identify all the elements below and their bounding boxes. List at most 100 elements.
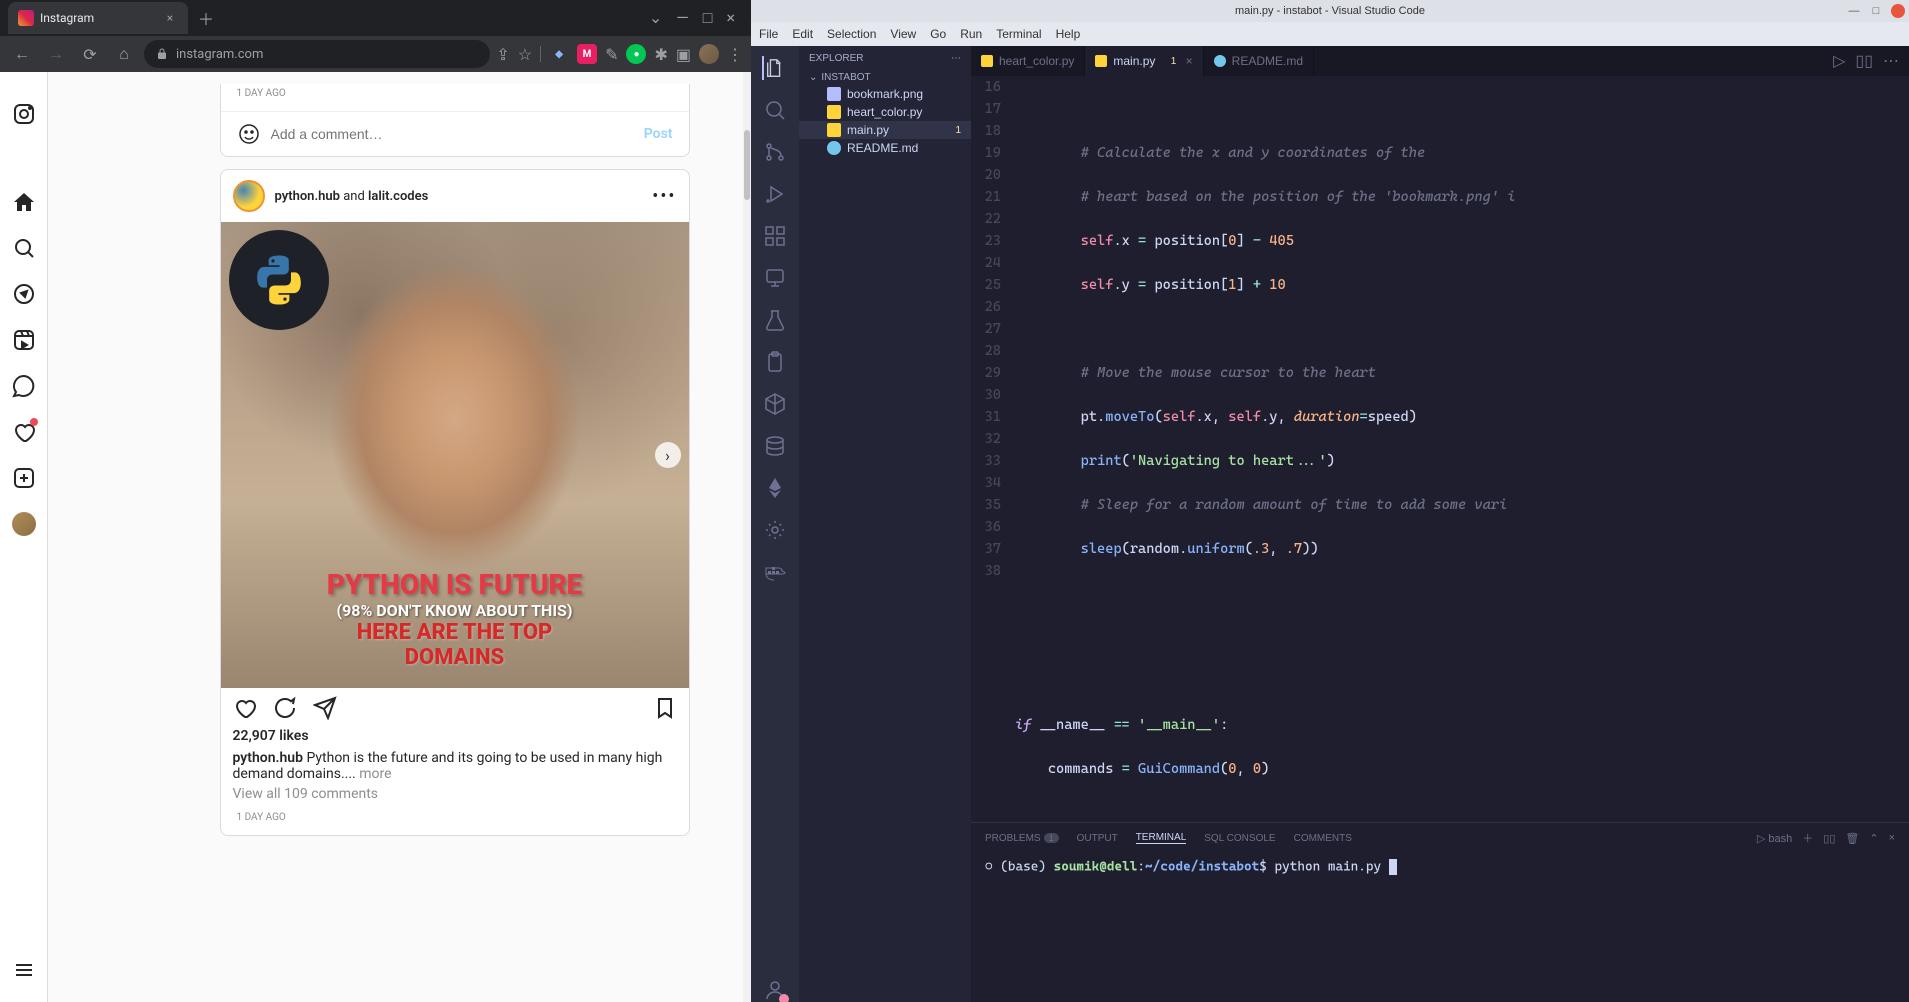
file-item[interactable]: heart_color.py xyxy=(799,103,971,121)
clipboard-icon[interactable] xyxy=(763,350,787,374)
menu-terminal[interactable]: Terminal xyxy=(996,27,1041,41)
share-icon[interactable] xyxy=(313,696,337,720)
tab-output[interactable]: Output xyxy=(1077,833,1118,844)
reels-icon[interactable] xyxy=(12,328,36,352)
add-terminal-icon[interactable]: ＋ xyxy=(1802,830,1813,846)
menu-selection[interactable]: Selection xyxy=(827,27,876,41)
menu-go[interactable]: Go xyxy=(930,27,946,41)
package-icon[interactable] xyxy=(763,392,787,416)
database-icon[interactable] xyxy=(763,434,787,458)
more-icon[interactable]: ⋮ xyxy=(727,45,743,64)
notifications-icon[interactable] xyxy=(12,420,36,444)
minimize-icon[interactable]: — xyxy=(676,8,689,28)
next-image-button[interactable]: › xyxy=(655,442,681,468)
tab-sql[interactable]: SQL Console xyxy=(1204,833,1275,844)
extensions-icon[interactable] xyxy=(763,224,787,248)
scrollbar-track[interactable] xyxy=(743,72,751,1002)
author-link[interactable]: lalit.codes xyxy=(368,189,428,204)
more-icon[interactable]: ⋯ xyxy=(1883,51,1899,71)
menu-help[interactable]: Help xyxy=(1056,27,1081,41)
chevron-down-icon[interactable]: ⌄ xyxy=(649,8,662,28)
star-icon[interactable]: ☆ xyxy=(518,45,532,64)
more-icon[interactable]: ⋯ xyxy=(951,53,961,64)
explorer-icon[interactable] xyxy=(762,56,786,80)
profile-avatar[interactable] xyxy=(12,512,36,536)
profile-avatar[interactable] xyxy=(699,44,719,64)
extension-icon[interactable]: ● xyxy=(626,44,646,64)
settings-sync-icon[interactable] xyxy=(763,518,787,542)
explore-icon[interactable] xyxy=(12,282,36,306)
home-button[interactable]: ⌂ xyxy=(110,40,138,68)
extension-icon[interactable]: ✎ xyxy=(605,45,618,64)
menu-icon[interactable] xyxy=(12,958,36,982)
likes-count[interactable]: 22,907 likes xyxy=(221,728,689,750)
caption-author[interactable]: python.hub xyxy=(233,750,304,766)
split-terminal-icon[interactable]: ▯▯ xyxy=(1823,832,1835,845)
close-icon[interactable]: × xyxy=(1182,54,1192,68)
split-icon[interactable]: ▯▯ xyxy=(1855,51,1873,71)
remote-icon[interactable] xyxy=(763,266,787,290)
accounts-icon[interactable] xyxy=(763,978,787,1002)
maximize-panel-icon[interactable]: ⌃ xyxy=(1869,832,1878,845)
post-image[interactable]: PYTHON IS FUTURE (98% DON'T KNOW ABOUT T… xyxy=(221,222,689,688)
close-icon[interactable] xyxy=(1891,4,1905,18)
menu-file[interactable]: File xyxy=(759,27,778,41)
menu-run[interactable]: Run xyxy=(960,27,982,41)
file-item[interactable]: bookmark.png xyxy=(799,85,971,103)
trash-icon[interactable]: 🗑 xyxy=(1845,832,1859,845)
extensions-icon[interactable]: ✱ xyxy=(654,45,667,64)
close-icon[interactable]: × xyxy=(726,8,735,28)
post-button[interactable]: Post xyxy=(644,126,673,142)
forward-button[interactable]: → xyxy=(42,40,70,68)
comment-icon[interactable] xyxy=(273,696,297,720)
tab-problems[interactable]: Problems1 xyxy=(985,833,1059,844)
code-content[interactable]: # Calculate the x and y coordinates of t… xyxy=(1011,76,1909,822)
scrollbar-thumb[interactable] xyxy=(744,130,750,200)
instagram-logo-icon[interactable] xyxy=(12,102,36,126)
create-icon[interactable] xyxy=(12,466,36,490)
menu-view[interactable]: View xyxy=(890,27,916,41)
editor-tab[interactable]: README.md xyxy=(1204,46,1314,76)
docker-icon[interactable] xyxy=(763,560,787,584)
editor-tab[interactable]: main.py 1 × xyxy=(1085,46,1203,76)
bookmark-icon[interactable] xyxy=(653,696,677,720)
maximize-icon[interactable]: □ xyxy=(1869,4,1883,18)
minimize-icon[interactable]: — xyxy=(1847,4,1861,18)
home-icon[interactable] xyxy=(12,190,36,214)
close-icon[interactable]: × xyxy=(162,10,178,26)
post-menu-button[interactable]: ••• xyxy=(652,186,676,207)
terminal-launch[interactable]: ▷ bash xyxy=(1757,832,1792,845)
testing-icon[interactable] xyxy=(763,308,787,332)
search-icon[interactable] xyxy=(12,236,36,260)
view-comments-link[interactable]: View all 109 comments xyxy=(221,786,689,808)
tab-terminal[interactable]: Terminal xyxy=(1136,832,1187,844)
messages-icon[interactable] xyxy=(12,374,36,398)
browser-tab-instagram[interactable]: Instagram × xyxy=(8,2,188,34)
run-debug-icon[interactable] xyxy=(763,182,787,206)
panel-icon[interactable]: ▣ xyxy=(676,45,691,64)
new-tab-button[interactable]: ＋ xyxy=(192,4,220,32)
code-editor[interactable]: 1617181920212223242526272829303132333435… xyxy=(971,76,1909,822)
author-link[interactable]: python.hub xyxy=(275,189,340,204)
post-avatar[interactable] xyxy=(233,180,265,212)
run-icon[interactable]: ▷ xyxy=(1833,51,1845,71)
url-input[interactable]: instagram.com xyxy=(144,40,490,68)
close-panel-icon[interactable]: × xyxy=(1889,832,1895,844)
back-button[interactable]: ← xyxy=(8,40,36,68)
reload-button[interactable]: ⟳ xyxy=(76,40,104,68)
source-control-icon[interactable] xyxy=(763,140,787,164)
maximize-icon[interactable]: □ xyxy=(703,8,713,28)
search-icon[interactable] xyxy=(763,98,787,122)
extension-icon[interactable]: ◆ xyxy=(549,44,569,64)
file-item[interactable]: main.py1 xyxy=(799,121,971,139)
terminal[interactable]: ○ (base) soumik@dell:~/code/instabot$ py… xyxy=(971,853,1909,1002)
ethereum-icon[interactable] xyxy=(763,476,787,500)
share-icon[interactable]: ⇪ xyxy=(496,45,509,64)
emoji-icon[interactable] xyxy=(237,122,261,146)
extension-icon[interactable]: M xyxy=(577,44,597,64)
comment-input[interactable] xyxy=(271,126,634,142)
project-folder[interactable]: ⌄ INSTABOT xyxy=(799,70,971,85)
tab-comments[interactable]: Comments xyxy=(1294,833,1352,844)
more-link[interactable]: more xyxy=(359,766,391,782)
editor-tab[interactable]: heart_color.py xyxy=(971,46,1085,76)
